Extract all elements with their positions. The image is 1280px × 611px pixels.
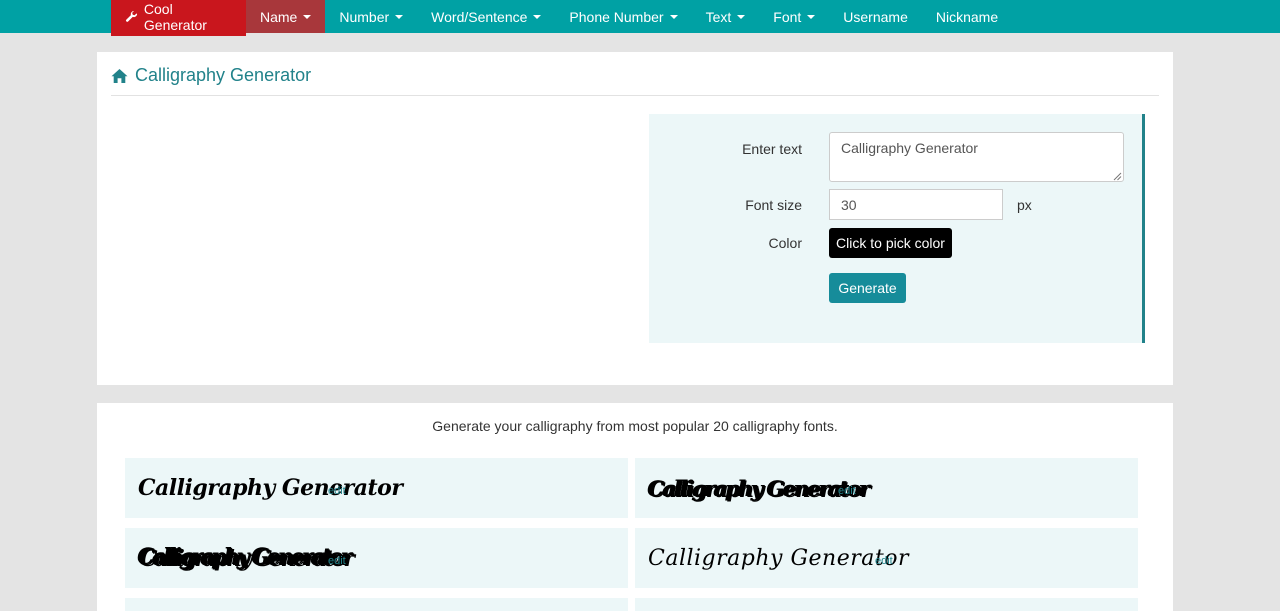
nav-item-word-sentence[interactable]: Word/Sentence: [417, 0, 555, 33]
font-size-label: Font size: [745, 197, 802, 213]
caret-down-icon: [737, 15, 746, 19]
nav-item-label: Username: [843, 8, 908, 25]
generator-card: Calligraphy Generator Enter text Font si…: [97, 52, 1173, 385]
font-size-unit: px: [1017, 197, 1032, 213]
nav-item-label: Word/Sentence: [431, 8, 528, 25]
title-divider: [111, 95, 1159, 96]
calligraphy-sample-text: Calligraphy Generator: [138, 475, 403, 501]
font-size-input[interactable]: 30: [829, 189, 1003, 220]
calligraphy-sample-text: Calligraphy Generator: [648, 475, 870, 501]
caret-down-icon: [807, 15, 816, 19]
enter-text-input[interactable]: [829, 132, 1124, 182]
edit-link[interactable]: edit: [328, 555, 346, 567]
generate-button-label: Generate: [838, 280, 897, 296]
nav-item-font[interactable]: Font: [759, 0, 829, 33]
nav-item-name[interactable]: Name: [246, 0, 326, 33]
results-card: Generate your calligraphy from most popu…: [97, 403, 1173, 611]
calligraphy-sample: Calligraphy Generator edit: [125, 528, 628, 588]
nav-item-label: Number: [339, 8, 390, 25]
results-intro: Generate your calligraphy from most popu…: [432, 418, 838, 434]
home-icon: [111, 68, 128, 83]
calligraphy-sample: Calligraphy Generator edit: [635, 458, 1138, 518]
nav-item-label: Nickname: [935, 8, 999, 25]
color-label: Color: [768, 235, 802, 251]
nav-item-label: Name: [260, 8, 298, 25]
font-size-value: 30: [841, 196, 857, 213]
nav-item-text[interactable]: Text: [692, 0, 760, 33]
brand-link[interactable]: Cool Generator: [111, 0, 246, 36]
generate-button[interactable]: Generate: [829, 273, 906, 303]
edit-link[interactable]: edit: [328, 485, 346, 497]
page-title-text: Calligraphy Generator: [135, 65, 312, 85]
brand-label: Cool Generator: [143, 1, 207, 33]
caret-down-icon: [303, 15, 312, 19]
nav-item-nickname[interactable]: Nickname: [922, 0, 1012, 33]
nav-item-label: Phone Number: [569, 8, 664, 25]
calligraphy-sample: Calligraphy Generator edit: [125, 458, 628, 518]
calligraphy-sample-text: Calligraphy Generator: [138, 545, 353, 571]
calligraphy-sample: Calligraphy Generator edit: [635, 528, 1138, 588]
resize-grip-icon[interactable]: [1113, 172, 1122, 181]
nav-item-label: Font: [773, 8, 802, 25]
top-navbar: Cool Generator Name Number Word/Sentence…: [0, 0, 1280, 36]
nav-item-phone-number[interactable]: Phone Number: [555, 0, 691, 33]
nav-menu: Cool Generator Name Number Word/Sentence…: [111, 0, 1012, 36]
caret-down-icon: [395, 15, 404, 19]
color-picker-button[interactable]: Click to pick color: [829, 228, 952, 258]
edit-link[interactable]: edit: [838, 485, 856, 497]
calligraphy-sample: [125, 598, 628, 611]
nav-item-number[interactable]: Number: [325, 0, 417, 33]
generator-form: Enter text Font size 30 px Color Click t…: [649, 114, 1145, 343]
wrench-icon: [125, 11, 138, 22]
edit-link[interactable]: edit: [875, 555, 893, 567]
color-picker-label: Click to pick color: [836, 235, 945, 251]
nav-item-label: Text: [705, 8, 732, 25]
caret-down-icon: [669, 15, 678, 19]
nav-item-username[interactable]: Username: [829, 0, 922, 33]
calligraphy-sample: [635, 598, 1138, 611]
page-title: Calligraphy Generator: [111, 65, 311, 86]
calligraphy-sample-text: Calligraphy Generator: [648, 545, 909, 571]
caret-down-icon: [533, 15, 542, 19]
enter-text-label: Enter text: [742, 141, 802, 157]
